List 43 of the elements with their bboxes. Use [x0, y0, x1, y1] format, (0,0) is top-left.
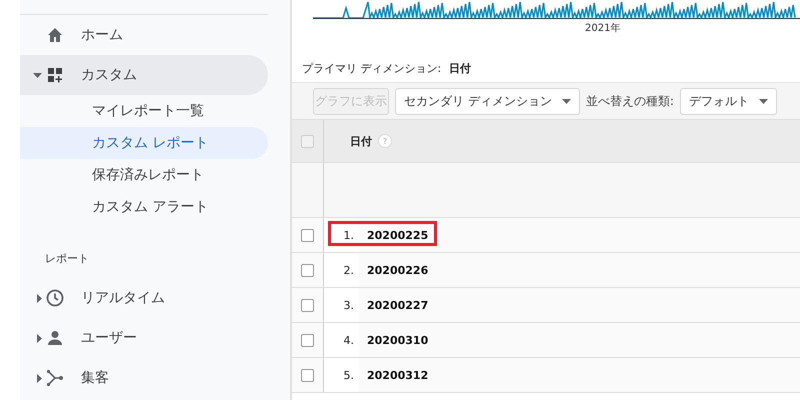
nav-subitem[interactable]: カスタム レポート: [20, 127, 268, 159]
clock-icon: [45, 288, 65, 308]
grid-plus-icon: [45, 65, 65, 85]
nav-item[interactable]: カスタム: [20, 55, 268, 95]
nav-item[interactable]: ユーザー: [20, 318, 268, 358]
checkbox[interactable]: [301, 368, 314, 382]
dimension-label: プライマリ ディメンション:: [302, 61, 442, 76]
checkbox[interactable]: [301, 134, 314, 148]
nav-item[interactable]: 集客: [20, 358, 268, 398]
row-number: 2.: [344, 264, 354, 276]
nav-item[interactable]: リアルタイム: [20, 278, 268, 318]
axis-label: 2021年: [585, 22, 620, 35]
caret-icon: [758, 98, 768, 104]
row-number: 4.: [344, 334, 354, 346]
sort-label: 並べ替えの種類:: [586, 92, 674, 110]
row-number: 1.: [344, 228, 354, 242]
nav-subitem[interactable]: マイレポート一覧: [20, 95, 268, 127]
nav-subitem[interactable]: 保存済みレポート: [20, 159, 268, 191]
person-icon: [45, 328, 65, 348]
checkbox[interactable]: [301, 334, 314, 346]
row-number: 3.: [344, 298, 354, 312]
dimension-value[interactable]: 日付: [449, 61, 472, 76]
secondary-dimension-dropdown[interactable]: セカンダリ ディメンション: [395, 88, 580, 114]
table-cell: 20200225: [367, 228, 428, 242]
sort-dropdown[interactable]: デフォルト: [680, 88, 777, 114]
checkbox[interactable]: [301, 298, 314, 312]
caret-icon[interactable]: [37, 294, 42, 302]
checkbox[interactable]: [301, 264, 314, 276]
row-number: 5.: [344, 368, 354, 382]
table-cell: 20200226: [367, 264, 428, 276]
checkbox[interactable]: [301, 228, 314, 242]
nav-subitem[interactable]: カスタム アラート: [20, 191, 268, 223]
caret-icon[interactable]: [33, 72, 42, 78]
nav-item[interactable]: ホーム: [20, 15, 268, 55]
caret-icon[interactable]: [37, 374, 42, 382]
column-header[interactable]: 日付: [350, 134, 372, 148]
caret-icon[interactable]: [37, 334, 42, 342]
table-cell: 20200312: [367, 368, 428, 382]
table-cell: 20200310: [367, 334, 428, 346]
caret-icon: [562, 98, 571, 104]
section-label: レポート: [45, 252, 89, 265]
table-cell: 20200227: [367, 298, 428, 312]
branch-icon: [45, 368, 65, 388]
